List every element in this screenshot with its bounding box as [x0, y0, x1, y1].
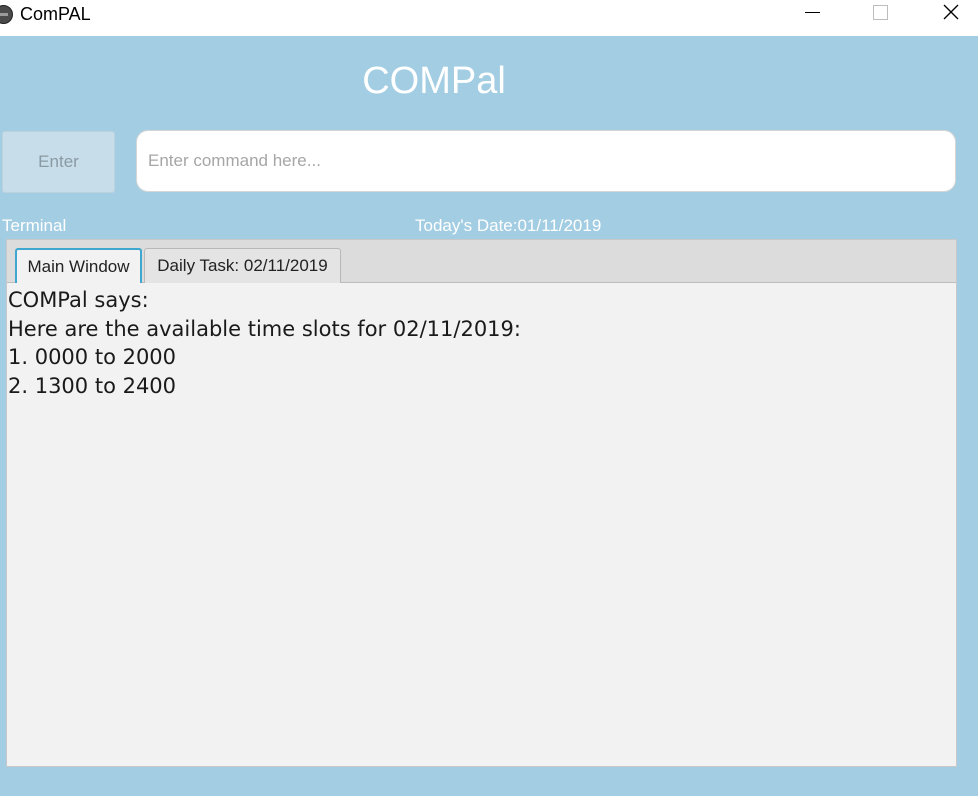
todays-date-label: Today's Date:01/11/2019: [415, 216, 602, 235]
minimize-icon[interactable]: [789, 0, 835, 28]
output-line: 2. 1300 to 2400: [8, 373, 177, 398]
tab-daily-task[interactable]: Daily Task: 02/11/2019: [144, 248, 341, 283]
terminal-label: Terminal: [2, 216, 67, 235]
title-bar[interactable]: ComPAL: [0, 0, 978, 36]
app-heading: COMPal: [362, 60, 506, 102]
window-title: ComPAL: [20, 4, 91, 24]
terminal-output: COMPal says: Here are the available time…: [7, 284, 956, 402]
maximize-icon[interactable]: [857, 0, 903, 28]
command-input[interactable]: [136, 130, 956, 192]
tab-pane: Main Window Daily Task: 02/11/2019 COMPa…: [6, 239, 957, 767]
tab-main-window[interactable]: Main Window: [15, 248, 142, 283]
close-icon[interactable]: [928, 0, 974, 28]
app-window: ComPAL COMPal Enter Terminal Today's Dat…: [0, 0, 978, 796]
output-line: COMPal says:: [8, 288, 149, 312]
output-line: 1. 0000 to 2000: [8, 345, 177, 369]
enter-button[interactable]: Enter: [2, 131, 115, 193]
tab-header: Main Window Daily Task: 02/11/2019: [7, 240, 956, 283]
output-line: Here are the available time slots for 02…: [8, 316, 521, 341]
app-logo-icon: [0, 5, 13, 24]
